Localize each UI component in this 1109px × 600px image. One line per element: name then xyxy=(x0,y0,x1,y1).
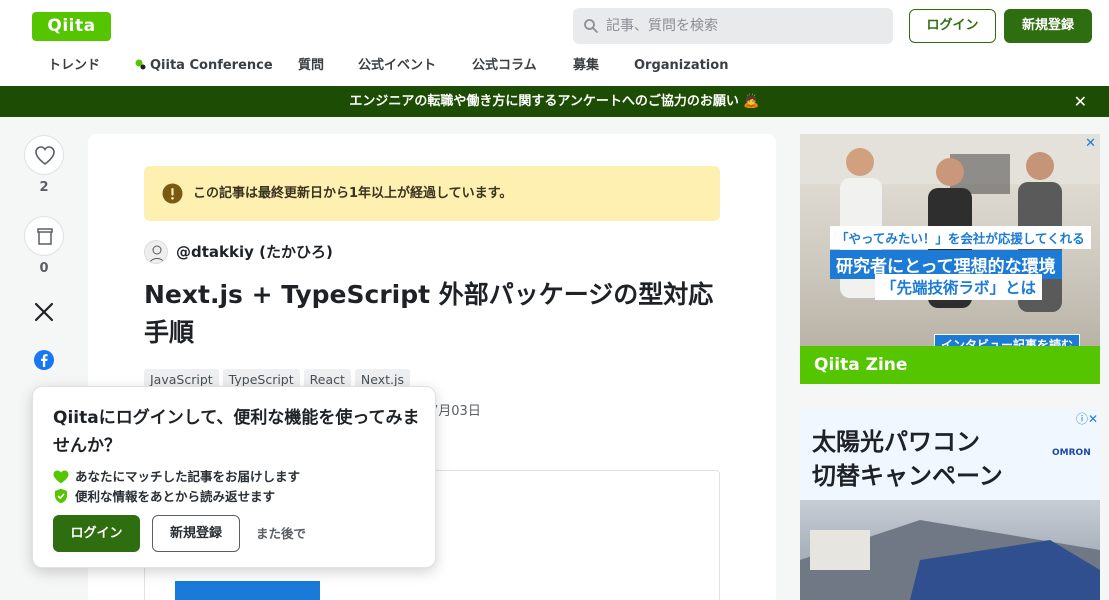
stock-icon xyxy=(37,228,53,245)
author-name[interactable]: @dtakkiy (たかひろ) xyxy=(176,240,333,264)
qiita-zine-logo: Qiita Zine xyxy=(814,355,908,375)
site-header: Qiita 記事、質問を検索 ログイン 新規登録 トレンド Qiita Conf… xyxy=(0,0,1109,86)
login-button[interactable]: ログイン xyxy=(909,9,996,43)
popup-login-button[interactable]: ログイン xyxy=(53,515,140,552)
nav-qiita-conference[interactable]: Qiita Conference xyxy=(135,52,273,80)
house-roof-illustration xyxy=(800,520,1100,600)
ad-close-icon[interactable]: ✕ xyxy=(1085,136,1096,151)
avatar-illustration-icon xyxy=(149,245,165,263)
bow-emoji: 🙇 xyxy=(743,94,760,109)
avatar[interactable] xyxy=(144,240,168,264)
popup-title: Qiitaにログインして、便利な機能を使ってみませんか？ xyxy=(53,408,420,456)
ad2-headline-1: 太陽光パワコン xyxy=(812,428,980,456)
survey-banner[interactable]: エンジニアの転職や働き方に関するアンケートへのご協力のお願い 🙇 ✕ xyxy=(0,86,1109,117)
info-icon xyxy=(162,183,183,204)
nav-questions[interactable]: 質問 xyxy=(298,52,324,80)
green-heart-icon xyxy=(53,470,69,484)
article-image xyxy=(175,581,320,600)
article-date: 7月03日 xyxy=(430,404,481,419)
survey-banner-text: エンジニアの転職や働き方に関するアンケートへのご協力のお願い xyxy=(349,94,739,109)
ad2-photo xyxy=(800,500,1100,600)
heart-icon xyxy=(35,146,55,166)
ad1-caption-3: 「先端技術ラボ」とは xyxy=(875,274,1043,300)
main-nav: トレンド Qiita Conference 質問 公式イベント 公式コラム 募集… xyxy=(0,52,800,82)
popup-benefit-2-text: 便利な情報をあとから読み返せます xyxy=(75,489,276,504)
popup-signup-button[interactable]: 新規登録 xyxy=(152,515,240,552)
nav-trend[interactable]: トレンド xyxy=(48,52,100,80)
qiita-logo[interactable]: Qiita xyxy=(32,12,111,41)
nav-recruit[interactable]: 募集 xyxy=(573,52,599,80)
like-count: 2 xyxy=(39,180,49,195)
ad1-footer: Qiita Zine xyxy=(800,346,1100,384)
qiita-zine-ad[interactable]: ✕ 「やってみたい！」を会社が応援してくれる 研究者にとって理想的な環境 「先端… xyxy=(800,134,1100,384)
nav-qiita-conference-label: Qiita Conference xyxy=(150,58,273,73)
search-input[interactable]: 記事、質問を検索 xyxy=(573,8,893,44)
conference-icon xyxy=(135,59,146,70)
nav-official-columns[interactable]: 公式コラム xyxy=(472,52,537,80)
popup-later-link[interactable]: また後で xyxy=(256,515,306,552)
stock-button[interactable] xyxy=(24,216,64,256)
nav-organization[interactable]: Organization xyxy=(634,52,728,80)
like-button[interactable] xyxy=(24,135,64,175)
ad-info-close-icon[interactable]: ⓘ✕ xyxy=(1076,410,1098,427)
facebook-share-icon[interactable] xyxy=(32,348,56,372)
ad2-headline-2: 切替キャンペーン xyxy=(812,462,1003,490)
omron-ad[interactable]: 太陽光パワコン 切替キャンペーン OMRON ⓘ✕ xyxy=(800,408,1100,600)
search-icon xyxy=(584,19,598,33)
shield-check-icon xyxy=(55,488,67,504)
article-title: Next.js + TypeScript 外部パッケージの型対応手順 xyxy=(144,280,714,347)
login-prompt-popup: Qiitaにログインして、便利な機能を使ってみませんか？ あなたにマッチした記事… xyxy=(32,386,436,568)
ad2-header: 太陽光パワコン 切替キャンペーン OMRON xyxy=(800,408,1100,500)
outdated-notice-text: この記事は最終更新日から1年以上が経過しています。 xyxy=(193,186,513,201)
signup-button[interactable]: 新規登録 xyxy=(1004,9,1092,43)
search-placeholder: 記事、質問を検索 xyxy=(606,18,718,34)
popup-benefit-1-text: あなたにマッチした記事をお届けします xyxy=(75,469,301,484)
outdated-notice: この記事は最終更新日から1年以上が経過しています。 xyxy=(144,166,720,221)
x-share-icon[interactable] xyxy=(32,300,56,324)
ad1-caption-1: 「やってみたい！」を会社が応援してくれる xyxy=(830,226,1091,249)
popup-benefit-1: あなたにマッチした記事をお届けします xyxy=(53,468,300,486)
omron-logo: OMRON xyxy=(1052,448,1091,458)
close-icon[interactable]: ✕ xyxy=(1074,86,1087,117)
stock-count: 0 xyxy=(39,261,49,276)
popup-benefit-2: 便利な情報をあとから読み返せます xyxy=(53,488,275,506)
nav-official-events[interactable]: 公式イベント xyxy=(358,52,436,80)
